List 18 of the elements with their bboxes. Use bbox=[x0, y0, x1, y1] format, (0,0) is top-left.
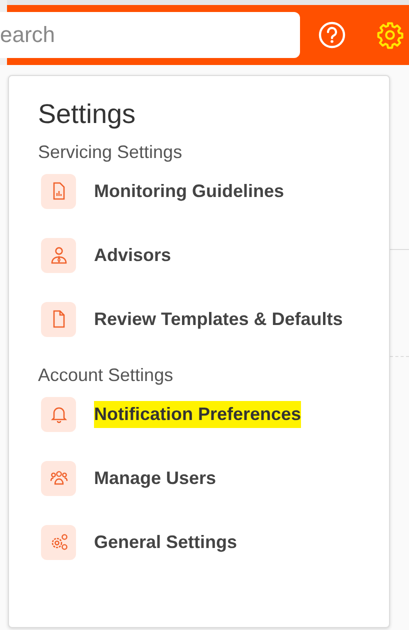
person-icon bbox=[41, 238, 76, 273]
report-icon bbox=[41, 174, 76, 209]
menu-link[interactable]: Manage Users bbox=[94, 464, 216, 492]
menu-link[interactable]: Advisors bbox=[94, 242, 172, 269]
menu-link[interactable]: Monitoring Guidelines bbox=[94, 178, 284, 205]
dropdown-title: Settings bbox=[38, 98, 137, 130]
menu-link[interactable]: Review Templates & Defaults bbox=[94, 306, 343, 333]
help-icon[interactable] bbox=[318, 21, 346, 49]
menu-link[interactable]: Notification Preferences bbox=[94, 400, 302, 428]
document-icon bbox=[41, 302, 76, 337]
menu-link[interactable]: General Settings bbox=[94, 528, 238, 556]
gears-icon bbox=[41, 524, 76, 560]
users-icon bbox=[41, 460, 76, 496]
search-field[interactable]: earch bbox=[0, 12, 300, 58]
bell-icon bbox=[41, 396, 76, 432]
section-heading: Account Settings bbox=[38, 364, 174, 387]
settings-icon[interactable] bbox=[376, 21, 404, 49]
section-heading: Servicing Settings bbox=[38, 142, 184, 164]
